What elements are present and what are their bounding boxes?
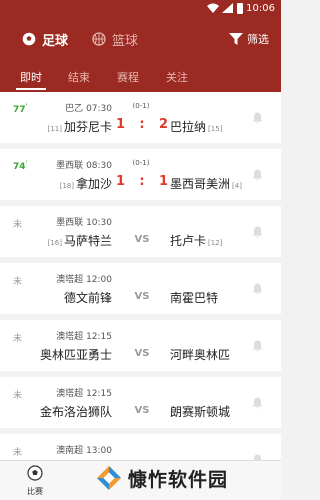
status-time: 10:06 [246,3,275,14]
home-team: [11] 加芬尼卡 [47,120,112,134]
match-row[interactable]: 未 澳塔超 12:00 德文前锋 VS 南霍巴特 [0,263,281,314]
league-time: 澳塔超 12:15 [56,389,112,399]
soccer-ball-icon [27,465,43,481]
match-status: 未 [13,448,23,458]
filter-button[interactable]: 筛选 [229,28,269,50]
watermark: 慷怍软件园 [96,463,228,493]
nav-matches[interactable]: 比赛 [24,465,46,497]
match-list[interactable]: 77' 巴乙 07:30 (0-1) [11] 加芬尼卡 1:2 巴拉纳 [15] … [0,92,281,460]
league-time: 墨西联 10:30 [56,218,112,228]
away-team: 南霍巴特 [170,291,219,305]
filter-label: 筛选 [247,33,269,46]
bell-icon[interactable] [252,283,263,295]
home-team: 奥林匹亚勇士 [39,348,112,362]
league-time: 墨西联 08:30 [56,161,112,171]
bell-icon[interactable] [252,340,263,352]
filter-icon [229,33,243,45]
active-tab-indicator [16,88,46,90]
bell-icon[interactable] [252,226,263,238]
away-team: 朗赛斯顿城 [170,405,231,419]
home-team: [18] 拿加沙 [59,177,112,191]
match-row[interactable]: 未 澳塔超 12:15 金布洛治狮队 VS 朗赛斯顿城 [0,377,281,428]
watermark-logo-icon [97,466,121,490]
match-row[interactable]: 未 墨西联 10:30 [16] 马萨特兰 VS 托卢卡 [12] [0,206,281,257]
half-time-score: (0-1) [132,159,150,167]
match-status: 未 [13,334,23,344]
match-status: 未 [13,277,23,287]
vs-label: VS [134,405,150,416]
home-team: 德文前锋 [63,291,112,305]
wifi-icon [207,3,219,13]
match-row[interactable]: 74' 墨西联 08:30 (0-1) [18] 拿加沙 1:1 墨西哥美洲 [4] [0,149,281,200]
top-bar: 足球 篮球 筛选 [0,18,281,60]
signal-icon [222,3,233,13]
score: 1:1 [116,174,168,189]
home-team: 金布洛治狮队 [39,405,112,419]
match-status: 未 [13,391,23,401]
bell-icon[interactable] [252,397,263,409]
match-minute: 77' [13,103,28,115]
league-time: 澳南超 13:00 [56,446,112,456]
soccer-ball-icon [22,32,36,46]
match-minute: 74' [13,160,28,172]
half-time-score: (0-1) [132,102,150,110]
tab-live[interactable]: 即时 [20,69,42,85]
vs-label: VS [134,291,150,302]
vs-label: VS [134,348,150,359]
watermark-text: 慷怍软件园 [128,468,229,491]
bell-icon[interactable] [252,169,263,181]
match-tabs: 即时 结束 赛程 关注 [0,60,281,92]
home-team: [16] 马萨特兰 [47,234,112,248]
vs-label: VS [134,234,150,245]
away-team: 巴拉纳 [15] [170,120,223,134]
league-time: 澳塔超 12:00 [56,275,112,285]
sport-tab-basketball[interactable]: 篮球 [92,28,138,50]
match-row[interactable]: 未 澳塔超 12:15 奥林匹亚勇士 VS 河畔奥林匹 [0,320,281,371]
tab-following[interactable]: 关注 [166,69,188,85]
away-team: 托卢卡 [12] [170,234,223,248]
league-time: 巴乙 07:30 [65,104,112,114]
match-row[interactable]: 77' 巴乙 07:30 (0-1) [11] 加芬尼卡 1:2 巴拉纳 [15] [0,92,281,143]
sport-tab-label: 足球 [42,33,69,49]
bell-icon[interactable] [252,112,263,124]
score: 1:2 [116,117,168,132]
sport-tab-football[interactable]: 足球 [22,28,68,50]
battery-icon [237,3,243,14]
nav-matches-label: 比赛 [27,487,43,496]
tab-finished[interactable]: 结束 [68,69,90,85]
status-bar: 10:06 [0,0,281,18]
tab-schedule[interactable]: 赛程 [117,69,139,85]
away-team: 河畔奥林匹 [170,348,231,362]
league-time: 澳塔超 12:15 [56,332,112,342]
basketball-icon [92,32,106,46]
match-status: 未 [13,220,23,230]
match-row[interactable]: 未 澳南超 13:00 [0,434,281,460]
away-team: 墨西哥美洲 [4] [170,177,242,191]
sport-tab-label: 篮球 [112,33,139,49]
